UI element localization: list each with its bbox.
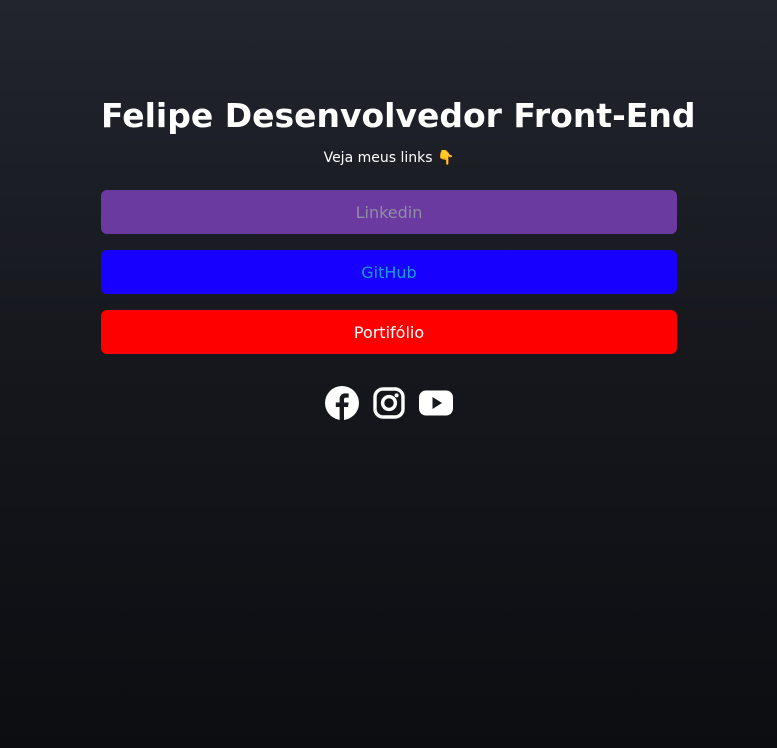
facebook-icon xyxy=(325,386,359,420)
github-button[interactable]: GitHub xyxy=(101,250,677,294)
facebook-link[interactable] xyxy=(325,385,359,421)
social-links xyxy=(101,385,677,421)
instagram-icon xyxy=(373,387,405,419)
linkedin-button[interactable]: Linkedin xyxy=(101,190,677,234)
page-subtitle: Veja meus links 👇 xyxy=(323,150,455,166)
profile-card: Felipe Desenvolvedor Front-End Veja meus… xyxy=(101,0,696,748)
youtube-icon xyxy=(419,390,453,416)
instagram-link[interactable] xyxy=(372,385,406,421)
page-title: Felipe Desenvolvedor Front-End xyxy=(101,96,696,135)
youtube-link[interactable] xyxy=(419,385,453,421)
portfolio-button[interactable]: Portifólio xyxy=(101,310,677,354)
